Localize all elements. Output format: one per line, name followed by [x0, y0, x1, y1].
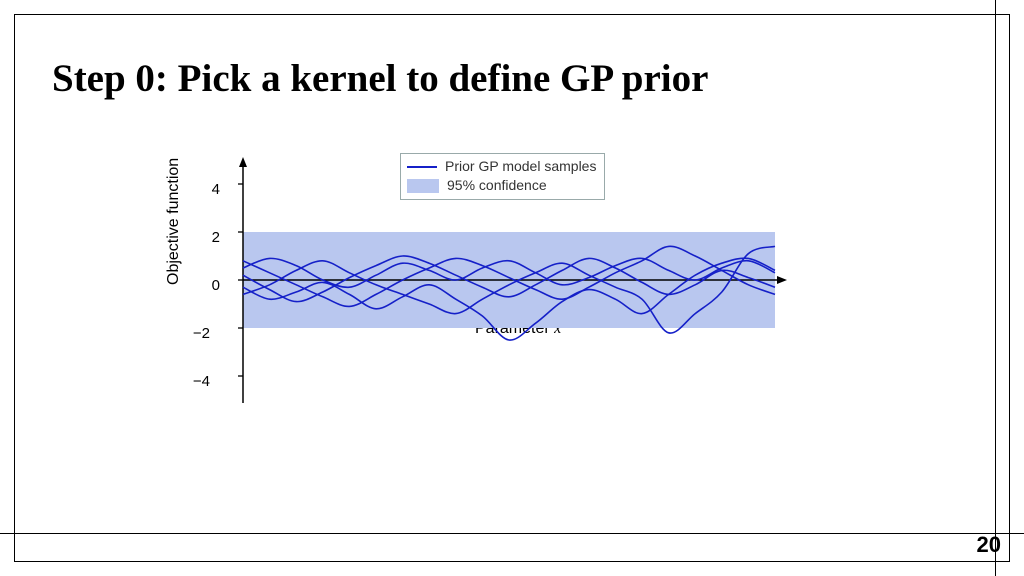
slide-footer-divider: [0, 533, 1024, 534]
plot-svg: [195, 155, 795, 405]
chart: Objective function Parameter x Prior GP …: [175, 155, 825, 415]
slide: Step 0: Pick a kernel to define GP prior…: [0, 0, 1024, 576]
slide-title: Step 0: Pick a kernel to define GP prior: [52, 56, 708, 101]
slide-side-divider: [995, 0, 996, 576]
y-axis-label: Objective function: [165, 158, 183, 285]
page-number: 20: [977, 532, 1001, 558]
